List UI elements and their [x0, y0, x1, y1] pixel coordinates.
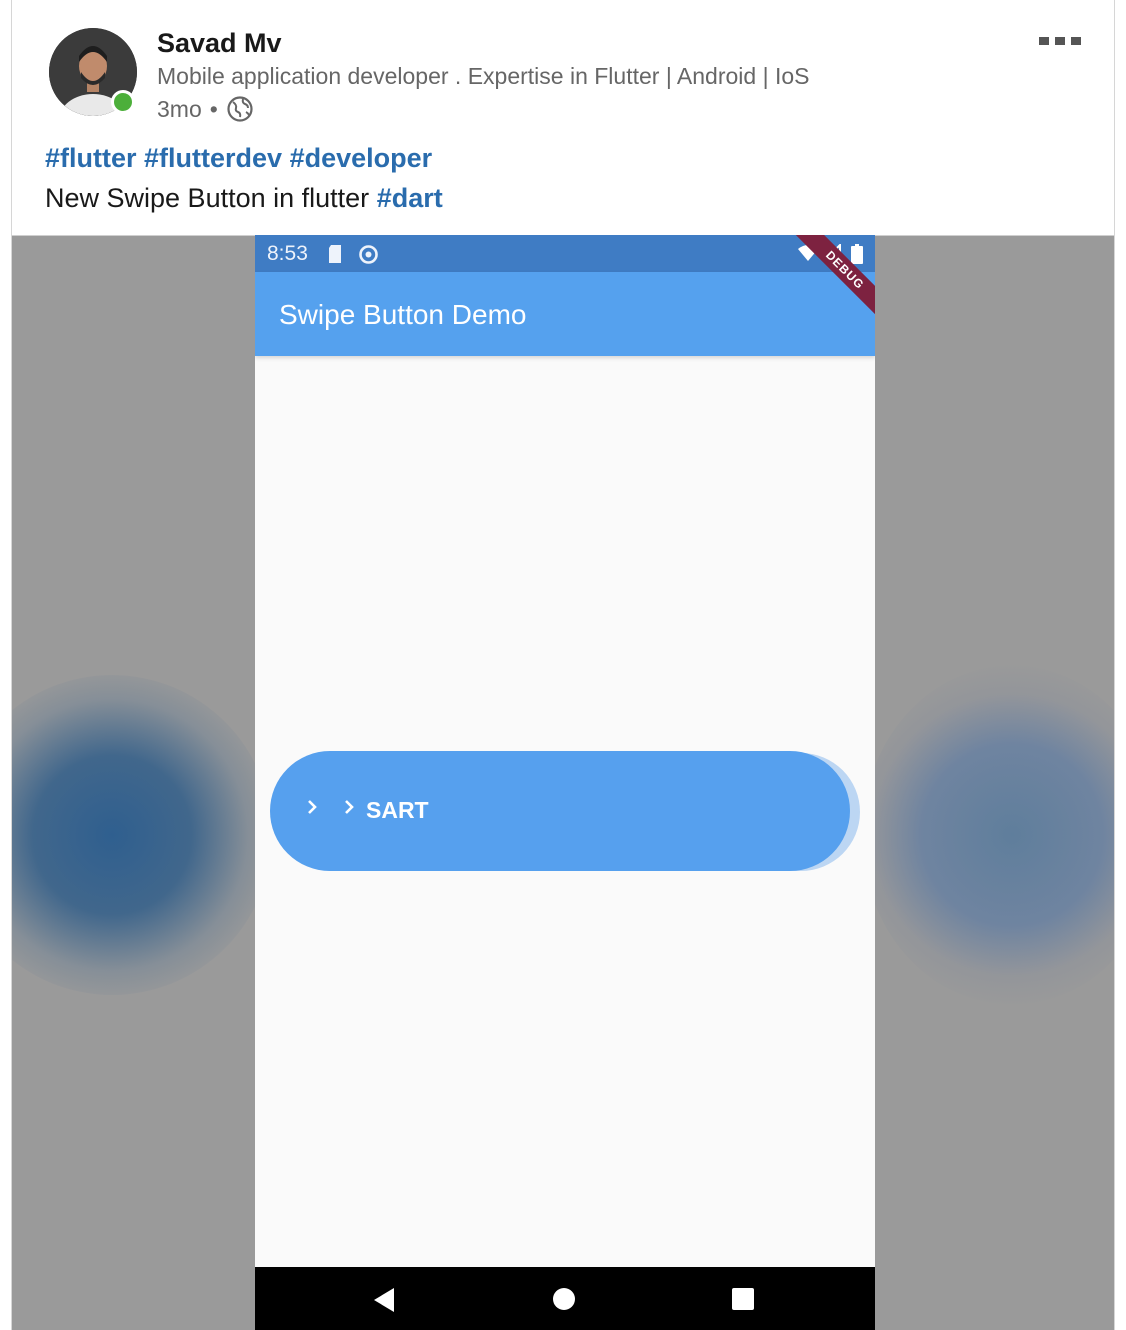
battery-icon — [851, 244, 863, 264]
sd-card-icon — [329, 245, 341, 263]
online-status-dot — [111, 90, 135, 114]
author-headline: Mobile application developer . Expertise… — [157, 63, 810, 89]
hashtag-link[interactable]: #developer — [290, 143, 433, 173]
video-player[interactable]: 8:53 Swipe Button Demo DEBUG SART — [12, 235, 1114, 1330]
globe-icon — [227, 96, 253, 122]
status-time: 8:53 — [267, 242, 308, 265]
post-text: New Swipe Button in flutter #dart — [45, 183, 443, 214]
author-name[interactable]: Savad Mv — [157, 28, 282, 59]
app-bar: Swipe Button Demo — [255, 272, 875, 356]
more-dot — [1055, 37, 1065, 45]
sync-icon — [359, 245, 378, 264]
post-header: Savad Mv Mobile application developer . … — [12, 0, 1114, 235]
post-hashtags: #flutter #flutterdev #developer — [45, 143, 432, 174]
android-status-bar: 8:53 — [255, 235, 875, 272]
swipe-button[interactable]: SART — [270, 751, 850, 871]
hashtag-link[interactable]: #flutter — [45, 143, 137, 173]
home-icon[interactable] — [552, 1287, 576, 1311]
more-horizontal-icon — [1039, 37, 1049, 45]
meta-separator: • — [209, 95, 218, 122]
chevron-right-icon — [345, 800, 354, 814]
feed-post-card: Savad Mv Mobile application developer . … — [11, 0, 1115, 1330]
blurred-backdrop-right — [862, 665, 1114, 1005]
chevron-right-icon — [308, 800, 317, 814]
post-text-body: New Swipe Button in flutter — [45, 183, 370, 213]
blurred-backdrop-left — [12, 675, 272, 995]
swipe-button-label: SART — [366, 797, 429, 823]
hashtag-link[interactable]: #dart — [377, 183, 443, 213]
more-dot — [1071, 37, 1081, 45]
post-time: 3mo — [157, 95, 202, 122]
post-meta: 3mo • — [157, 94, 254, 124]
more-options-button[interactable] — [1039, 37, 1083, 49]
back-icon[interactable] — [372, 1287, 396, 1313]
recents-icon[interactable] — [731, 1287, 755, 1311]
android-nav-bar — [255, 1267, 875, 1330]
app-bar-title: Swipe Button Demo — [279, 299, 527, 330]
phone-screen: 8:53 Swipe Button Demo DEBUG SART — [255, 235, 875, 1330]
hashtag-link[interactable]: #flutterdev — [144, 143, 282, 173]
